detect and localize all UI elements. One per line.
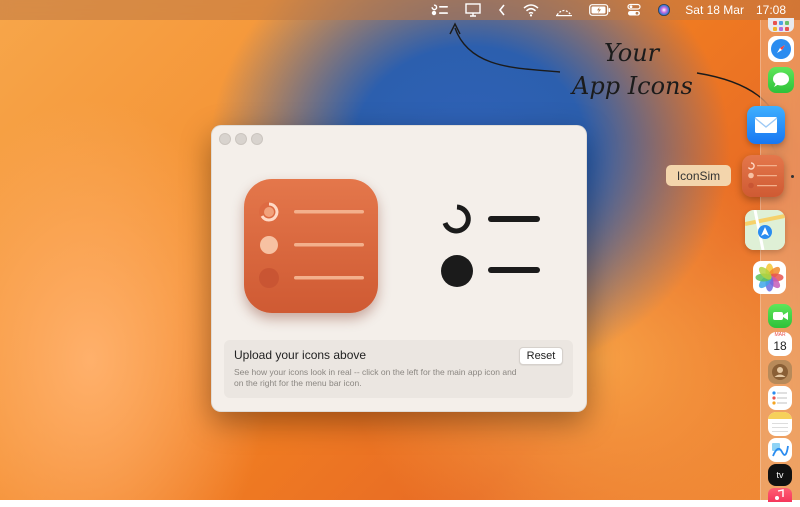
mail-icon[interactable] (747, 106, 785, 144)
apple-tv-icon[interactable]: tv (768, 464, 792, 486)
reset-button[interactable]: Reset (519, 347, 563, 365)
app-window: Upload your icons above See how your ico… (211, 125, 587, 412)
dock-tooltip: IconSim (666, 165, 731, 186)
menu-list-icon (441, 204, 540, 287)
zoom-window-button[interactable] (251, 133, 263, 145)
siri-icon[interactable] (649, 0, 679, 20)
iconsim-list-icon (747, 162, 777, 189)
menu-bar-icon-upload[interactable] (438, 201, 548, 291)
freeform-icon[interactable] (768, 438, 792, 462)
reminders-icon[interactable] (768, 386, 792, 410)
launchpad-icon[interactable] (768, 18, 794, 32)
calendar-icon[interactable]: MAR 18 (768, 332, 792, 356)
minimize-window-button[interactable] (235, 133, 247, 145)
photos-icon[interactable] (753, 261, 786, 294)
running-indicator (791, 175, 794, 178)
info-panel: Upload your icons above See how your ico… (224, 340, 573, 398)
control-center-icon[interactable] (619, 0, 649, 20)
menubar-time[interactable]: 17:08 (750, 3, 800, 17)
chevron-left-icon[interactable] (489, 0, 515, 20)
presentation-icon[interactable] (457, 0, 489, 20)
annotation-line-1: Your (604, 39, 660, 67)
notes-icon[interactable] (768, 412, 792, 436)
contacts-icon[interactable] (768, 360, 792, 384)
messages-icon[interactable] (768, 67, 794, 93)
iconsim-menu-icon[interactable] (423, 0, 457, 20)
close-window-button[interactable] (219, 133, 231, 145)
annotation-line-2: App Icons (572, 72, 693, 100)
calendar-month: MAR (774, 332, 786, 338)
battery-icon[interactable] (581, 0, 619, 20)
facetime-icon[interactable] (768, 304, 792, 328)
panel-description: See how your icons look in real -- click… (234, 367, 517, 388)
iconsim-dock-icon[interactable] (742, 155, 784, 197)
main-app-icon-upload[interactable] (244, 179, 378, 313)
dock: MAR 18 tv (745, 18, 800, 502)
wifi-icon[interactable] (515, 0, 547, 20)
safari-icon[interactable] (768, 36, 794, 62)
menu-bar: Sat 18 Mar 17:08 (0, 0, 800, 20)
maps-icon[interactable] (745, 210, 785, 250)
panel-title: Upload your icons above (234, 348, 367, 362)
airdrop-icon[interactable] (547, 0, 581, 20)
apple-tv-label: tv (776, 470, 784, 480)
menubar-date[interactable]: Sat 18 Mar (679, 3, 750, 17)
reminders-list-icon (259, 202, 364, 288)
calendar-day: 18 (773, 339, 787, 353)
